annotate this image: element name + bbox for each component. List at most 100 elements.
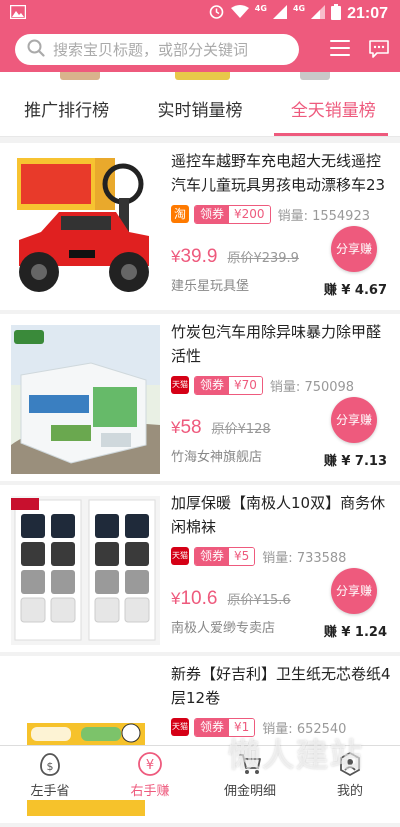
share-earn-button[interactable]: 分享赚 [331,568,377,614]
sales-label: 销量: [269,379,301,395]
tmall-badge: 天猫 [171,718,189,736]
price-row: ¥10.6 原价¥15.6 [171,588,291,610]
wifi-icon [230,4,249,23]
coupon-label: 领券 [195,205,230,223]
commission-amount: 赚 ¥ 1.24 [323,625,387,640]
price-row: ¥58 原价¥128 [171,417,271,439]
profile-icon [337,751,363,777]
clock: 21:07 [347,4,388,22]
battery-icon [331,3,342,24]
price-value: 58 [180,417,202,438]
signal-icon [311,4,326,23]
product-meta: 天猫 领券 ¥5 销量: 733588 [171,546,346,566]
bottom-nav: $ 左手省 ¥ 右手赚 佣金明细 我的 [0,745,400,800]
nav-item-earn[interactable]: ¥ 右手赚 [100,746,200,800]
sales-value: 750098 [304,379,355,395]
coupon-value: ¥200 [229,205,270,223]
tab-promotion-ranking[interactable]: 推广排行榜 [0,86,133,136]
shop-name[interactable]: 竹海女神旗舰店 [171,446,262,465]
coupon-tag[interactable]: 领券 ¥5 [194,546,256,566]
price-value: 39.9 [180,246,218,267]
coupon-label: 领券 [195,376,230,394]
coupon-tag[interactable]: 领券 ¥70 [194,375,263,395]
sales-count: 销量: 1554923 [278,205,370,224]
product-card[interactable]: 竹炭包汽车用除异味暴力除甲醛活性 天猫 领券 ¥70 销量: 750098 ¥5… [0,314,400,481]
product-title[interactable]: 遥控车越野车充电超大无线遥控汽车儿童玩具男孩电动漂移车23 [171,149,393,197]
coupon-label: 领券 [195,547,230,565]
coupon-value: ¥5 [229,547,255,565]
commission-amount: 赚 ¥ 4.67 [323,283,387,298]
alarm-icon [208,3,225,24]
network-label: 4G [292,4,306,13]
price: ¥10.6 [171,588,217,610]
original-price: 原价¥15.6 [227,593,291,608]
sales-label: 销量: [277,208,308,224]
status-bar: 4G 4G 21:07 [0,0,400,26]
original-price: 原价¥128 [211,422,271,437]
sales-value: 652540 [296,721,347,737]
sales-count: 销量: 733588 [262,547,346,566]
nav-item-commission[interactable]: 佣金明细 [200,746,300,800]
search-icon [15,39,45,61]
yuan-icon: ¥ [137,751,163,777]
tab-realtime-sales[interactable]: 实时销量榜 [133,86,266,136]
nav-item-profile[interactable]: 我的 [300,746,400,800]
nav-label: 左手省 [30,784,70,799]
menu-icon[interactable] [330,40,350,58]
product-title[interactable]: 竹炭包汽车用除异味暴力除甲醛活性 [171,320,393,368]
share-earn-button[interactable]: 分享赚 [331,226,377,272]
shop-name[interactable]: 建乐星玩具堡 [171,275,249,294]
product-list: 遥控车越野车充电超大无线遥控汽车儿童玩具男孩电动漂移车23 淘 领券 ¥200 … [0,143,400,827]
product-card[interactable]: 遥控车越野车充电超大无线遥控汽车儿童玩具男孩电动漂移车23 淘 领券 ¥200 … [0,143,400,310]
coupon-label: 领券 [195,718,230,736]
tab-all-day-sales[interactable]: 全天销量榜 [267,86,400,136]
network-label: 4G [254,4,267,13]
tmall-badge: 天猫 [171,547,189,565]
sales-value: 733588 [296,550,347,566]
message-icon[interactable] [368,39,390,63]
shop-name[interactable]: 南极人爱缈专卖店 [171,617,275,636]
banner-strip[interactable] [0,72,400,86]
sales-label: 销量: [262,550,293,566]
original-price: 原价¥239.9 [227,251,299,266]
product-card[interactable]: 加厚保暖【南极人10双】商务休闲棉袜 天猫 领券 ¥5 销量: 733588 ¥… [0,485,400,652]
sales-count: 销量: 750098 [270,376,354,395]
product-meta: 淘 领券 ¥200 销量: 1554923 [171,204,370,224]
price-value: 10.6 [180,588,218,609]
svg-text:$: $ [47,760,54,773]
price: ¥58 [171,417,202,439]
top-bar [0,26,400,72]
coupon-tag[interactable]: 领券 ¥1 [194,717,256,737]
price: ¥39.9 [171,246,217,268]
product-image-rc-car[interactable] [11,154,160,303]
coupon-value: ¥70 [229,376,262,394]
product-title[interactable]: 加厚保暖【南极人10双】商务休闲棉袜 [171,491,393,539]
product-image-charcoal-bag[interactable] [11,325,160,474]
price-row: ¥39.9 原价¥239.9 [171,246,299,268]
commission-amount: 赚 ¥ 7.13 [323,454,387,469]
share-earn-button[interactable]: 分享赚 [331,397,377,443]
nav-label: 佣金明细 [223,784,276,799]
sales-value: 1554923 [312,208,370,224]
taobao-badge: 淘 [171,205,189,223]
ranking-tabs: 推广排行榜 实时销量榜 全天销量榜 [0,86,400,137]
signal-icon [272,4,287,23]
sales-count: 销量: 652540 [262,718,346,737]
svg-text:¥: ¥ [146,758,154,773]
sales-label: 销量: [262,721,293,737]
cart-icon [237,751,263,777]
product-meta: 天猫 领券 ¥70 销量: 750098 [171,375,354,395]
nav-label: 我的 [336,784,363,799]
product-meta: 天猫 领券 ¥1 销量: 652540 [171,717,346,737]
nav-item-save[interactable]: $ 左手省 [0,746,100,800]
search-bar[interactable] [15,34,299,65]
image-icon [9,4,27,23]
product-title[interactable]: 新券【好吉利】卫生纸无芯卷纸4层12卷 [171,662,393,710]
savings-icon: $ [37,751,63,777]
tmall-badge: 天猫 [171,376,189,394]
search-input[interactable] [53,40,293,59]
coupon-value: ¥1 [229,718,255,736]
coupon-tag[interactable]: 领券 ¥200 [194,204,271,224]
nav-label: 右手赚 [130,784,170,799]
product-image-socks[interactable] [11,496,160,645]
